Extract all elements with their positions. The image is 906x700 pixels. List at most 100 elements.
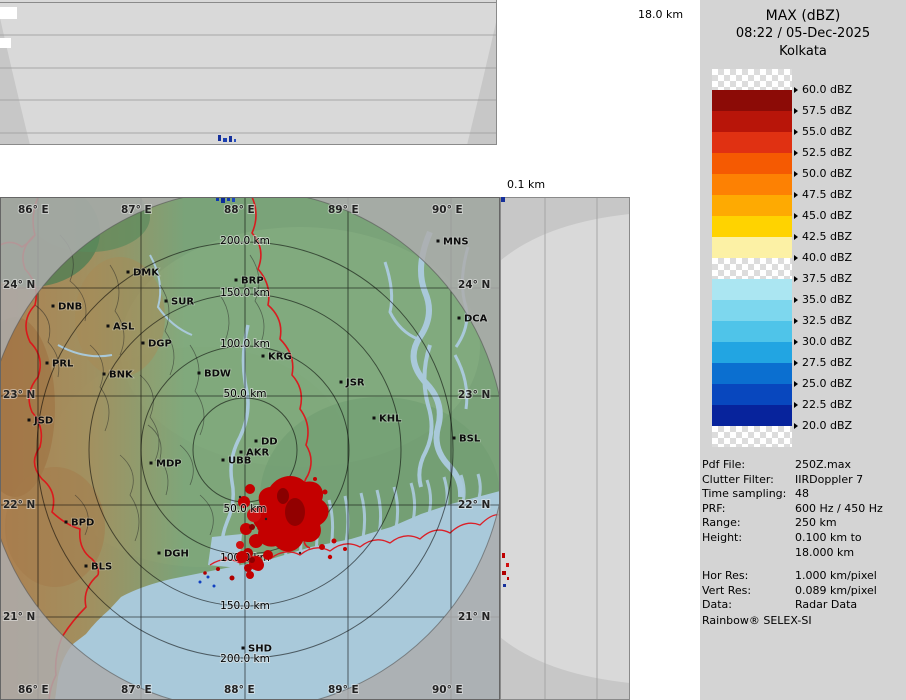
info-value: 48 <box>795 487 809 502</box>
legend-tick-labels: 60.0 dBZ57.5 dBZ55.0 dBZ52.5 dBZ50.0 dBZ… <box>794 69 906 449</box>
tick-text: 52.5 dBZ <box>802 146 852 159</box>
city-label: PRL <box>52 359 74 370</box>
info-label: Time sampling: <box>702 487 795 502</box>
station-name: Kolkata <box>700 43 906 61</box>
colorbar-tick-label: 42.5 dBZ <box>794 230 852 243</box>
tick-arrow-icon <box>794 402 798 408</box>
colorbar-tick-label: 25.0 dBZ <box>794 377 852 390</box>
city-marker <box>242 647 245 650</box>
colorbar-block <box>712 405 792 426</box>
colorbar-block <box>712 321 792 342</box>
info-label: Data: <box>702 598 795 613</box>
rainbow-footer: Rainbow® SELEX-SI <box>702 614 812 627</box>
city-marker <box>255 440 258 443</box>
info-label: Pdf File: <box>702 458 795 473</box>
tick-text: 50.0 dBZ <box>802 167 852 180</box>
info-label: Clutter Filter: <box>702 473 795 488</box>
tick-text: 47.5 dBZ <box>802 188 852 201</box>
graticule-label: 24° N <box>458 279 490 291</box>
info-value: IIRDoppler 7 <box>795 473 863 488</box>
legend-colorbar <box>712 69 792 447</box>
colorbar-tick-label: 55.0 dBZ <box>794 125 852 138</box>
tick-arrow-icon <box>794 276 798 282</box>
graticule-label: 87° E <box>121 204 152 216</box>
legend-panel: MAX (dBZ) 08:22 / 05-Dec-2025 Kolkata 60… <box>700 0 906 700</box>
colorbar-tick-label: 50.0 dBZ <box>794 167 852 180</box>
city-label: DMK <box>133 268 160 279</box>
height-axis-max-label: 18.0 km <box>638 8 683 21</box>
city-label: DNB <box>58 302 82 313</box>
city-marker <box>235 279 238 282</box>
info-row: Height:0.100 km to 18.000 km <box>702 531 904 560</box>
info-row: Hor Res:1.000 km/pixel <box>702 569 904 584</box>
colorbar-tick-label: 57.5 dBZ <box>794 104 852 117</box>
graticule-label: 88° E <box>224 204 255 216</box>
city-label: DD <box>261 437 278 448</box>
graticule-label: 90° E <box>432 204 463 216</box>
ppi-map: 200.0 km150.0 km100.0 km50.0 km50.0 km10… <box>0 197 500 700</box>
tick-arrow-icon <box>794 171 798 177</box>
tick-arrow-icon <box>794 87 798 93</box>
colorbar-block <box>712 384 792 405</box>
tick-label-box <box>0 38 11 48</box>
tick-arrow-icon <box>794 255 798 261</box>
colorbar-tick-label: 35.0 dBZ <box>794 293 852 306</box>
colorbar-block <box>712 90 792 111</box>
city-marker <box>453 437 456 440</box>
tick-text: 32.5 dBZ <box>802 314 852 327</box>
graticule-label: 89° E <box>328 204 359 216</box>
tick-text: 37.5 dBZ <box>802 272 852 285</box>
range-ring-label: 200.0 km <box>220 653 270 665</box>
city-label: MDP <box>156 459 182 470</box>
city-marker <box>65 521 68 524</box>
colorbar-block <box>712 132 792 153</box>
colorbar-block <box>712 300 792 321</box>
tick-text: 22.5 dBZ <box>802 398 852 411</box>
info-label: Height: <box>702 531 795 560</box>
city-label: JSR <box>345 378 365 389</box>
graticule-label: 89° E <box>328 684 359 696</box>
top-projection-plot <box>0 0 497 145</box>
city-label: BNK <box>109 370 134 381</box>
info-value: Radar Data <box>795 598 857 613</box>
colorbar-block <box>712 279 792 300</box>
graticule-label: 21° N <box>3 611 35 623</box>
city-label: BRP <box>241 276 264 287</box>
tick-text: 30.0 dBZ <box>802 335 852 348</box>
tick-text: 27.5 dBZ <box>802 356 852 369</box>
range-ring-label: 200.0 km <box>220 235 270 247</box>
city-marker <box>46 362 49 365</box>
top-projection-panel <box>0 0 497 145</box>
city-label: JSD <box>33 416 53 427</box>
colorbar-tick-label: 27.5 dBZ <box>794 356 852 369</box>
colorbar-tick-label: 37.5 dBZ <box>794 272 852 285</box>
info-value: 600 Hz / 450 Hz <box>795 502 883 517</box>
graticule-label: 22° N <box>3 499 35 511</box>
city-marker <box>240 451 243 454</box>
tick-arrow-icon <box>794 150 798 156</box>
tick-arrow-icon <box>794 297 798 303</box>
tick-text: 42.5 dBZ <box>802 230 852 243</box>
graticule-label: 86° E <box>18 204 49 216</box>
info-label: PRF: <box>702 502 795 517</box>
city-label: BDW <box>204 369 231 380</box>
colorbar-tick-label: 40.0 dBZ <box>794 251 852 264</box>
radar-application-window: 18.0 km 0.1 km <box>0 0 906 700</box>
tick-text: 25.0 dBZ <box>802 377 852 390</box>
info-row: Data:Radar Data <box>702 598 904 613</box>
colorbar-block <box>712 195 792 216</box>
info-row: Time sampling:48 <box>702 487 904 502</box>
graticule-label: 23° N <box>458 389 490 401</box>
city-label: KRG <box>268 352 292 363</box>
info-label: Hor Res: <box>702 569 795 584</box>
colorbar-block <box>712 111 792 132</box>
info-row: Pdf File:250Z.max <box>702 458 904 473</box>
range-ring-label: 100.0 km <box>220 338 270 350</box>
tick-text: 20.0 dBZ <box>802 419 852 432</box>
range-ring-label: 50.0 km <box>223 503 266 515</box>
legend-header: MAX (dBZ) 08:22 / 05-Dec-2025 Kolkata <box>700 0 906 61</box>
colorbar-tick-label: 22.5 dBZ <box>794 398 852 411</box>
city-marker <box>222 459 225 462</box>
colorbar-block <box>712 174 792 195</box>
tick-text: 55.0 dBZ <box>802 125 852 138</box>
